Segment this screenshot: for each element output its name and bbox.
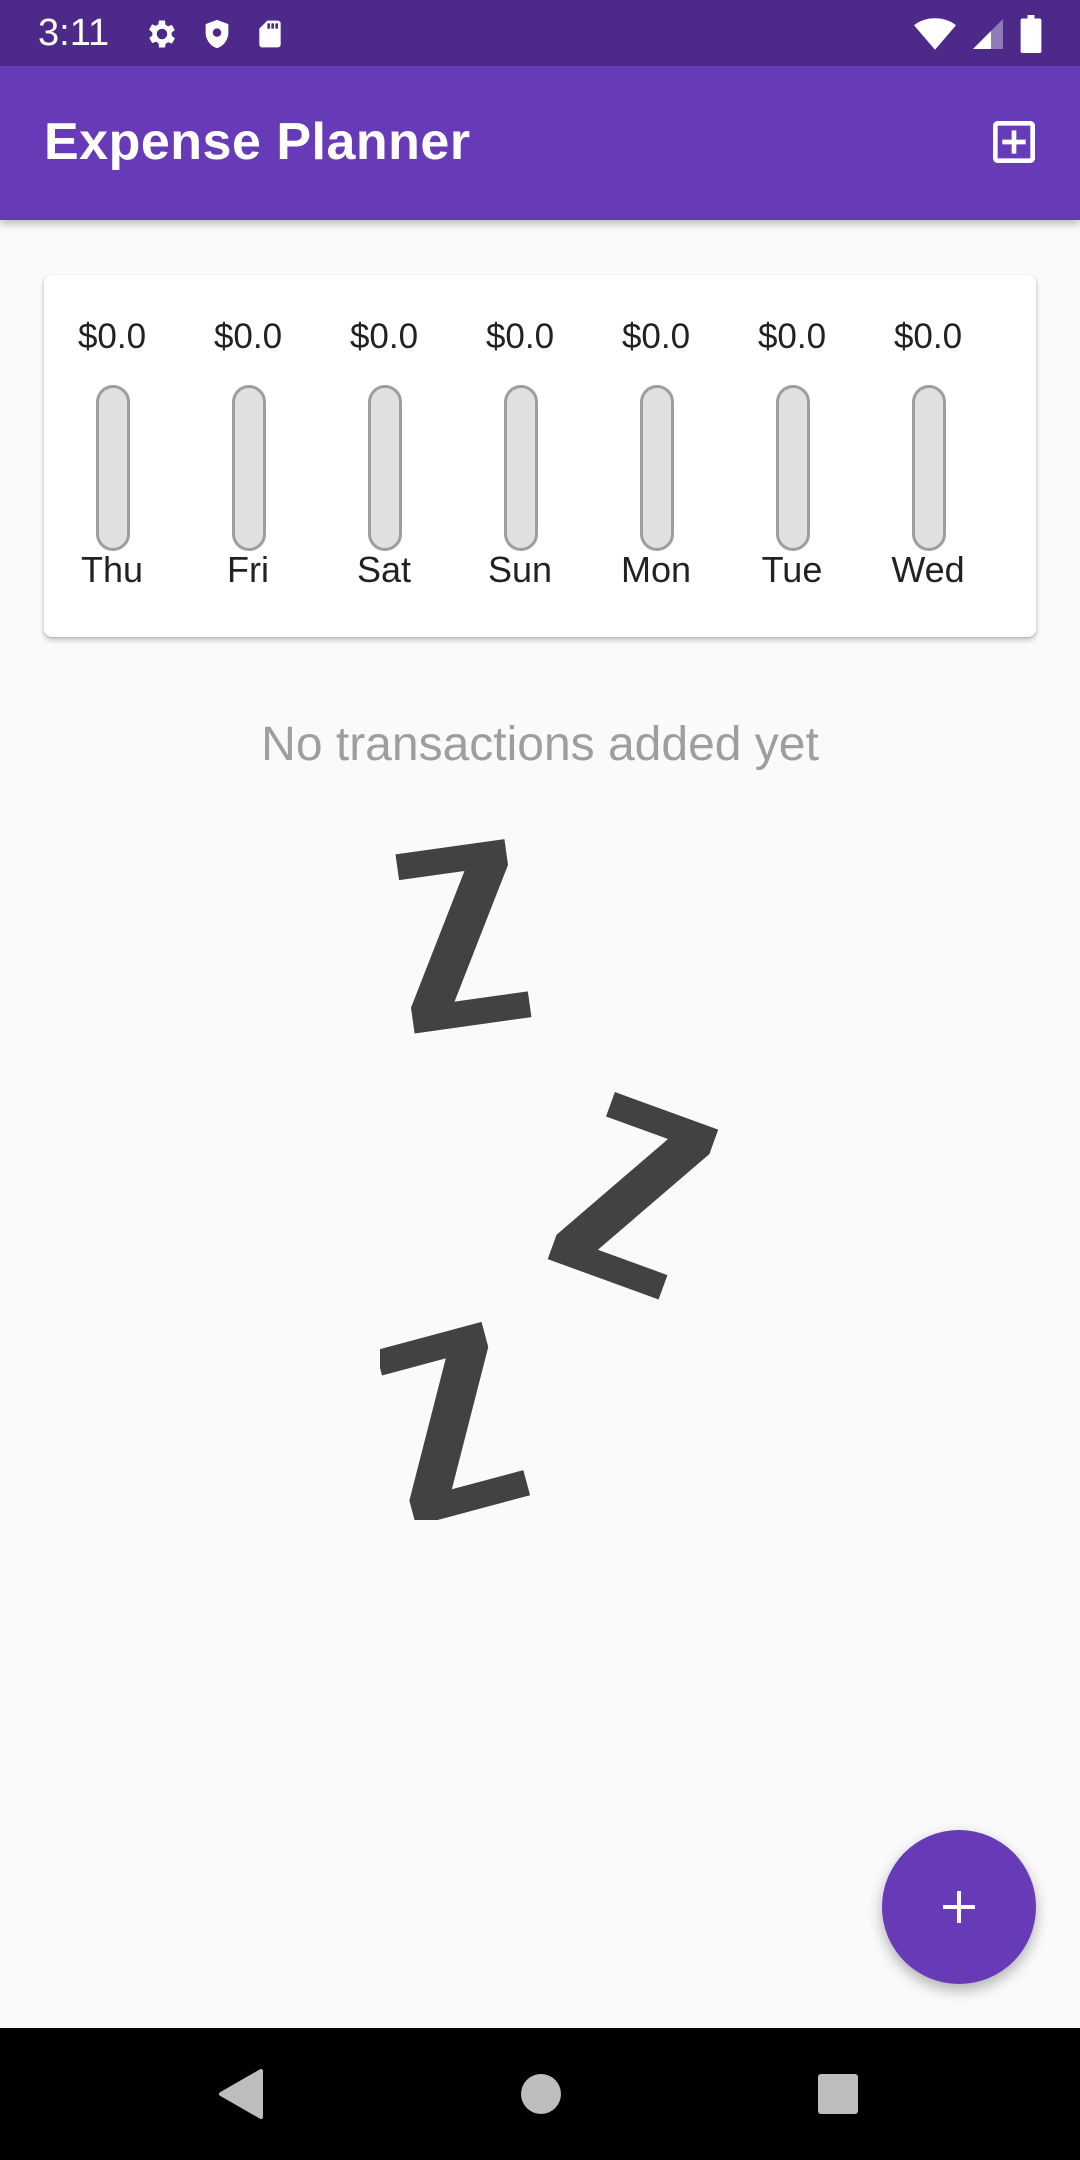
bar-amount-label: $0.0 xyxy=(757,317,827,356)
add-transaction-button[interactable] xyxy=(982,110,1046,174)
bar-day-label: Mon xyxy=(620,549,692,590)
gear-icon xyxy=(144,16,180,52)
bar-track xyxy=(96,385,130,551)
battery-icon xyxy=(1020,15,1042,53)
bar-amount-label: $0.0 xyxy=(893,317,963,356)
chart-bar-sat: $0.0 Sat xyxy=(316,275,452,637)
bar-amount-label: $0.0 xyxy=(621,317,691,356)
bar-day-label: Sat xyxy=(356,549,412,590)
back-button[interactable] xyxy=(210,2064,270,2124)
shield-icon xyxy=(200,16,234,52)
add-transaction-fab[interactable] xyxy=(882,1830,1036,1984)
chart-bar-thu: $0.0 Thu xyxy=(44,275,180,637)
bar-amount-label: $0.0 xyxy=(77,317,147,356)
cellular-signal-icon xyxy=(970,16,1006,52)
empty-state-message: No transactions added yet xyxy=(261,718,819,771)
sleeping-zzz-image xyxy=(375,820,720,1526)
bar-day-label: Sun xyxy=(487,549,553,590)
status-notification-icons xyxy=(144,14,286,54)
navigation-bar xyxy=(0,2028,1080,2160)
bar-amount-label: $0.0 xyxy=(485,317,555,356)
bar-day-label: Fri xyxy=(227,549,269,590)
wifi-icon xyxy=(914,16,956,52)
bar-track xyxy=(368,385,402,551)
bar-day-label: Wed xyxy=(891,549,965,590)
app-title: Expense Planner xyxy=(44,113,471,171)
chart-bar-fri: $0.0 Fri xyxy=(180,275,316,637)
home-button[interactable] xyxy=(511,2064,571,2124)
app-screen: 3:11 Expense Planner $0.0 Thu $0.0 Fri $… xyxy=(0,0,1080,2160)
bar-track xyxy=(776,385,810,551)
add-box-icon xyxy=(986,114,1042,170)
home-icon xyxy=(519,2072,563,2116)
status-bar: 3:11 xyxy=(0,0,1080,66)
bar-amount-label: $0.0 xyxy=(213,317,283,356)
plus-icon xyxy=(935,1883,983,1931)
bar-track xyxy=(504,385,538,551)
bar-day-label: Thu xyxy=(80,549,144,590)
weekly-chart-card: $0.0 Thu $0.0 Fri $0.0 Sat $0.0 Sun $0.0 Mon $0.0 T… xyxy=(44,275,1036,637)
chart-bar-wed: $0.0 Wed xyxy=(860,275,996,637)
sd-card-icon xyxy=(254,16,286,52)
chart-bar-sun: $0.0 Sun xyxy=(452,275,588,637)
bar-track xyxy=(912,385,946,551)
recents-icon xyxy=(817,2073,859,2115)
recents-button[interactable] xyxy=(808,2064,868,2124)
chart-bar-mon: $0.0 Mon xyxy=(588,275,724,637)
bar-track xyxy=(232,385,266,551)
status-time: 3:11 xyxy=(38,12,110,54)
status-system-icons xyxy=(914,14,1042,54)
bar-track xyxy=(640,385,674,551)
bar-amount-label: $0.0 xyxy=(349,317,419,356)
chart-bar-tue: $0.0 Tue xyxy=(724,275,860,637)
bar-day-label: Tue xyxy=(761,549,823,590)
back-icon xyxy=(217,2069,263,2119)
app-bar: Expense Planner xyxy=(0,66,1080,220)
